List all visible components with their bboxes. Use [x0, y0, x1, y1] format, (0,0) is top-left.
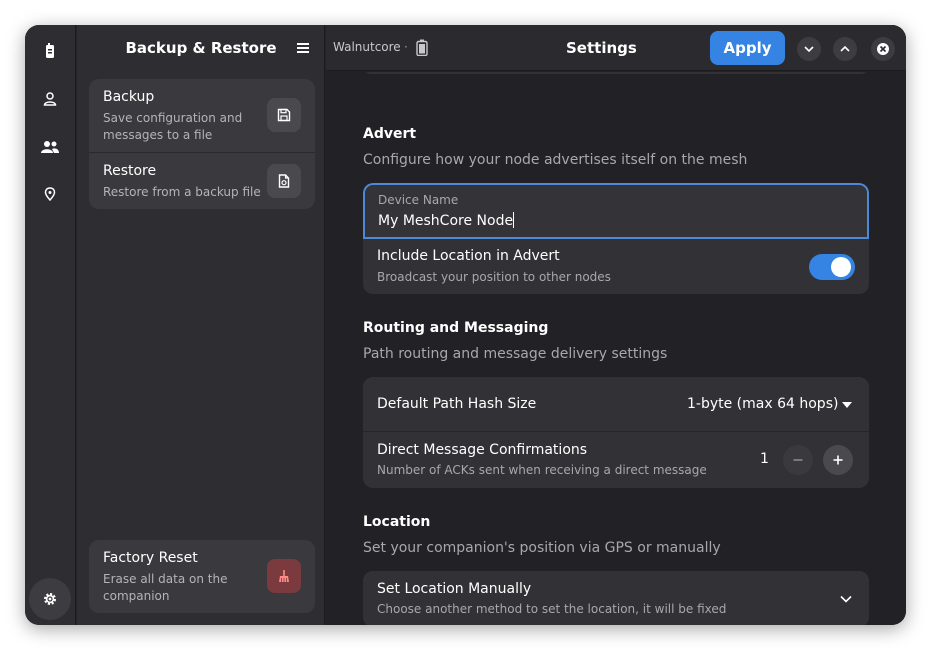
location-pin-icon: [44, 187, 56, 201]
sidebar-item-subtitle: Restore from a backup file: [103, 185, 261, 199]
set-location-manually-row[interactable]: Set Location Manually Choose another met…: [363, 571, 869, 625]
sidebar: Backup & Restore Backup Save configurati…: [77, 25, 325, 625]
radio-device-icon: [46, 43, 54, 58]
chevron-up-icon: [840, 45, 850, 52]
advert-section-subtitle: Configure how your node advertises itsel…: [363, 152, 748, 168]
location-section-subtitle: Set your companion's position via GPS or…: [363, 540, 721, 556]
include-location-title: Include Location in Advert: [377, 248, 560, 264]
plus-icon: [833, 455, 843, 465]
advert-section-title: Advert: [363, 126, 417, 142]
battery-icon: [416, 39, 428, 56]
restore-button[interactable]: [267, 164, 301, 198]
device-name-field[interactable]: Device Name My MeshCore Node: [363, 183, 869, 239]
location-section-title: Location: [363, 514, 431, 530]
sidebar-header: Backup & Restore: [77, 25, 325, 71]
minus-icon: [793, 459, 803, 461]
dm-confirm-subtitle: Number of ACKs sent when receiving a dir…: [377, 463, 707, 477]
close-icon: [877, 43, 889, 55]
sidebar-item-factory-reset[interactable]: Factory Reset Erase all data on the comp…: [89, 540, 315, 613]
file-restore-icon: [278, 174, 290, 188]
include-location-toggle[interactable]: [809, 254, 855, 280]
people-icon: [41, 141, 59, 153]
factory-reset-button[interactable]: [267, 559, 301, 593]
path-hash-dropdown[interactable]: 1-byte (max 64 hops): [687, 396, 838, 412]
include-location-row[interactable]: Include Location in Advert Broadcast you…: [363, 239, 869, 294]
chevron-down-icon[interactable]: [839, 592, 853, 606]
set-location-subtitle: Choose another method to set the locatio…: [377, 602, 727, 616]
maximize-button[interactable]: [833, 37, 857, 61]
dm-confirm-value[interactable]: 1: [760, 451, 769, 467]
location-group: Set Location Manually Choose another met…: [363, 571, 869, 625]
sidebar-item-backup[interactable]: Backup Save configuration and messages t…: [89, 79, 315, 152]
sidebar-item-restore[interactable]: Restore Restore from a backup file: [89, 153, 315, 209]
nav-rail: [25, 25, 76, 625]
sidebar-item-subtitle: Save configuration and messages to a fil…: [103, 111, 243, 142]
set-location-title: Set Location Manually: [377, 581, 532, 597]
page-title: Settings: [566, 39, 637, 57]
path-hash-row[interactable]: Default Path Hash Size 1-byte (max 64 ho…: [363, 377, 869, 431]
routing-section-title: Routing and Messaging: [363, 320, 549, 336]
device-name-text: My MeshCore Node: [378, 213, 514, 229]
separator-dot: ·: [404, 40, 408, 54]
sidebar-item-label: Backup: [103, 89, 155, 105]
dropdown-arrow-icon: [842, 402, 852, 408]
settings-content[interactable]: Advert Configure how your node advertise…: [326, 72, 906, 625]
device-name-field-value[interactable]: My MeshCore Node: [378, 212, 515, 229]
dm-confirm-title: Direct Message Confirmations: [377, 442, 588, 458]
main-pane: Walnutcore · Settings Apply Advert Confi…: [326, 25, 906, 625]
sidebar-item-label: Restore: [103, 163, 157, 179]
nav-settings[interactable]: [29, 578, 71, 620]
nav-contacts[interactable]: [29, 78, 71, 120]
nav-map[interactable]: [29, 173, 71, 215]
apply-button[interactable]: Apply: [710, 31, 785, 65]
sidebar-item-label: Factory Reset: [103, 550, 198, 566]
device-name-field-label: Device Name: [378, 193, 459, 207]
backup-button[interactable]: [267, 98, 301, 132]
nav-channels[interactable]: [29, 126, 71, 168]
text-caret: [513, 212, 515, 228]
app-window: Backup & Restore Backup Save configurati…: [25, 25, 906, 625]
advert-group: Device Name My MeshCore Node Include Loc…: [363, 183, 869, 294]
sidebar-item-subtitle: Erase all data on the companion: [103, 572, 228, 603]
previous-group-edge: [363, 72, 869, 74]
gear-icon: [44, 593, 56, 605]
broom-icon: [279, 570, 289, 582]
person-icon: [43, 92, 57, 106]
toggle-knob: [831, 257, 851, 277]
dm-confirm-row: Direct Message Confirmations Number of A…: [363, 432, 869, 488]
factory-reset-card: Factory Reset Erase all data on the comp…: [89, 540, 315, 613]
header-bar: Walnutcore · Settings Apply: [326, 25, 906, 71]
save-icon: [277, 108, 291, 122]
chevron-down-icon: [804, 46, 814, 53]
close-button[interactable]: [871, 37, 895, 61]
routing-section-subtitle: Path routing and message delivery settin…: [363, 346, 668, 362]
device-name-label: Walnutcore: [333, 40, 401, 54]
backup-restore-card: Backup Save configuration and messages t…: [89, 79, 315, 209]
minimize-button[interactable]: [797, 37, 821, 61]
menu-icon[interactable]: [295, 40, 311, 56]
sidebar-title: Backup & Restore: [125, 39, 277, 57]
include-location-subtitle: Broadcast your position to other nodes: [377, 270, 611, 284]
path-hash-label: Default Path Hash Size: [377, 396, 537, 412]
decrement-button[interactable]: [783, 445, 813, 475]
increment-button[interactable]: [823, 445, 853, 475]
nav-device[interactable]: [29, 30, 71, 72]
routing-group: Default Path Hash Size 1-byte (max 64 ho…: [363, 377, 869, 488]
